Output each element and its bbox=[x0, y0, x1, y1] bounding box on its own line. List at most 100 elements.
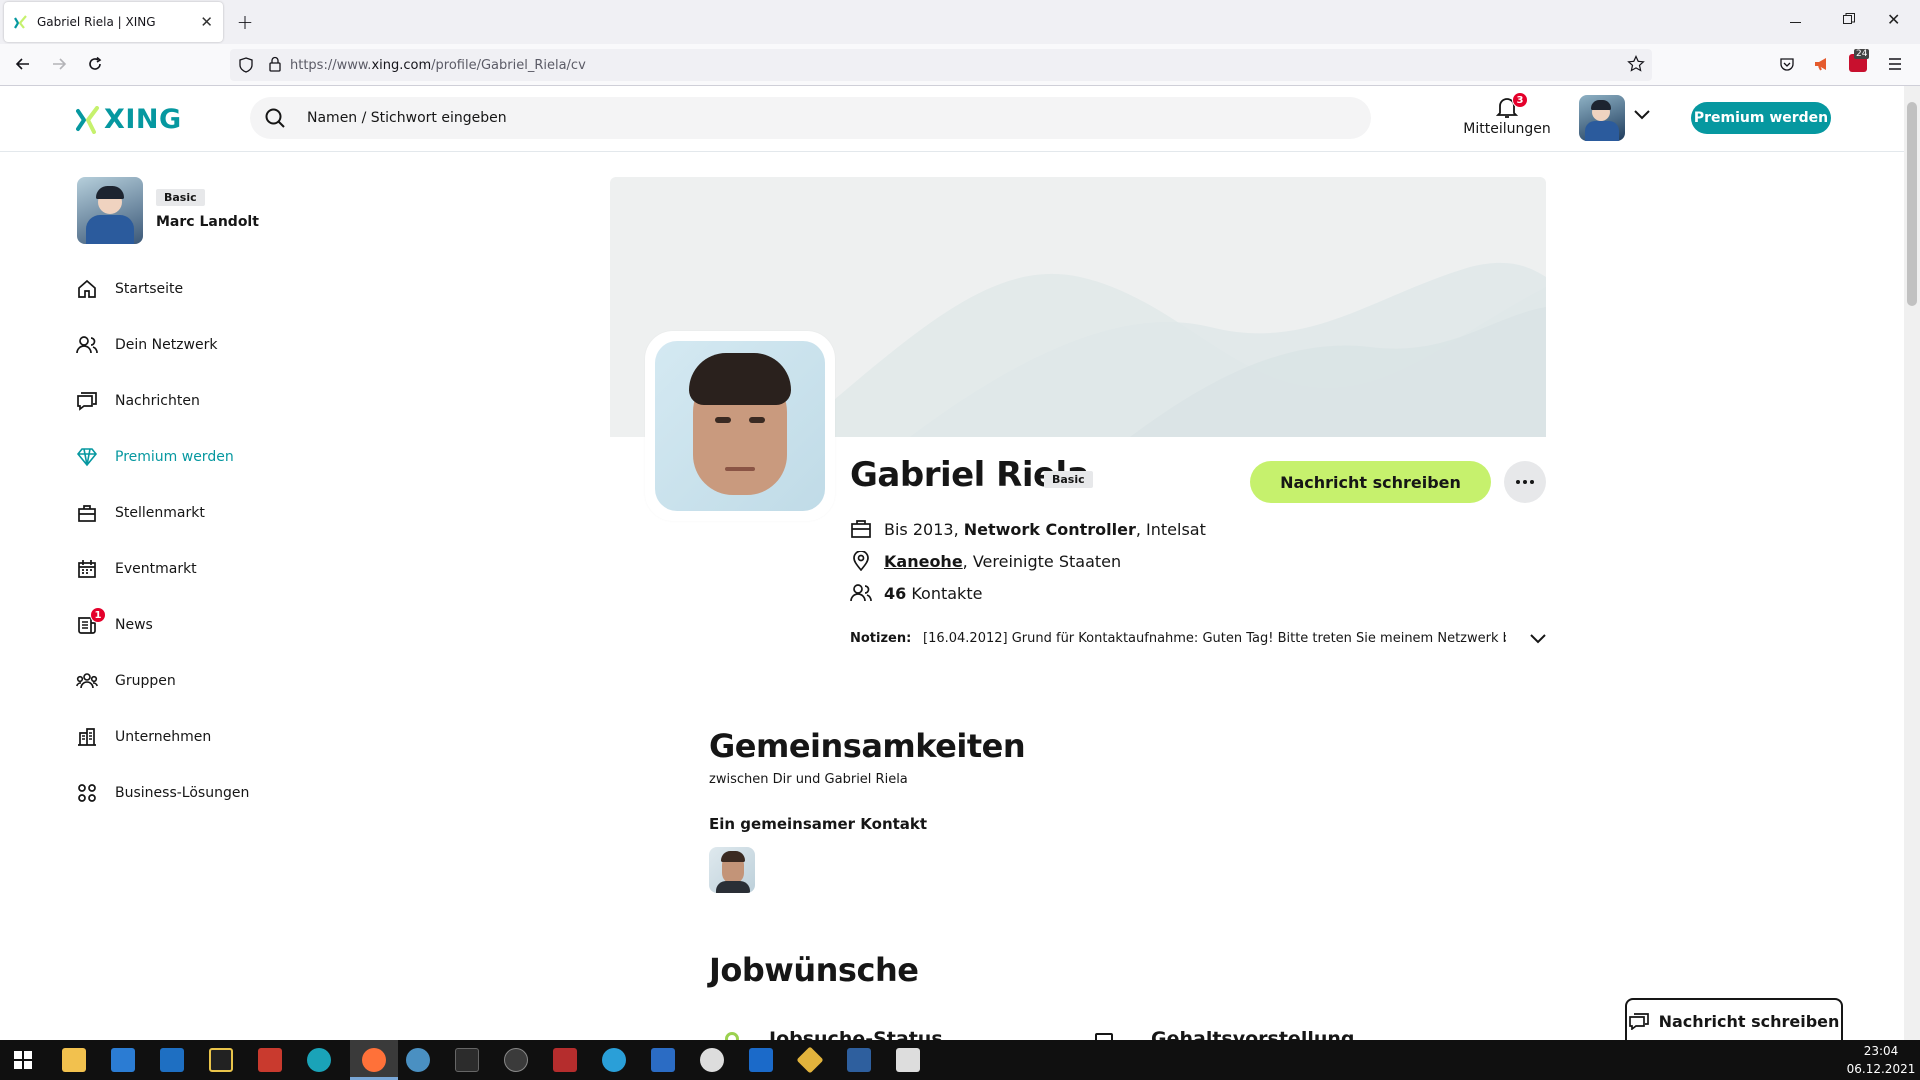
pocket-icon[interactable] bbox=[1779, 56, 1795, 72]
r-app-icon[interactable] bbox=[847, 1048, 871, 1072]
profile-membership-tag: Basic bbox=[1044, 471, 1093, 488]
profile-avatar[interactable] bbox=[645, 331, 835, 521]
bookmark-star-icon[interactable] bbox=[1627, 55, 1645, 73]
shield-icon[interactable] bbox=[238, 57, 254, 73]
minimize-button[interactable] bbox=[1790, 10, 1810, 34]
chevron-down-icon[interactable] bbox=[1634, 110, 1650, 120]
mail-icon[interactable] bbox=[160, 1048, 184, 1072]
sidebar-item-label: Nachrichten bbox=[115, 393, 200, 409]
pen-app-icon[interactable] bbox=[209, 1048, 233, 1072]
edge-icon[interactable] bbox=[307, 1048, 331, 1072]
common-contact-avatar[interactable] bbox=[709, 847, 755, 893]
briefcase-icon bbox=[850, 520, 872, 538]
firefox-icon[interactable] bbox=[362, 1048, 386, 1072]
live-app-icon[interactable] bbox=[455, 1048, 479, 1072]
notifications-label: Mitteilungen bbox=[1463, 121, 1551, 137]
profile-location-row: Kaneohe, Vereinigte Staaten bbox=[850, 549, 1121, 573]
notepad-app-icon[interactable] bbox=[896, 1048, 920, 1072]
profile-notes[interactable]: Notizen: [16.04.2012] Grund für Kontakta… bbox=[850, 631, 1546, 646]
restore-button[interactable] bbox=[1842, 12, 1856, 26]
send-message-button[interactable]: Nachricht schreiben bbox=[1250, 461, 1491, 503]
browser-tab[interactable]: Gabriel Riela | XING ✕ bbox=[4, 2, 223, 42]
taskbar-clock[interactable]: 23:04 06.12.2021 bbox=[1846, 1042, 1916, 1078]
user-name[interactable]: Marc Landolt bbox=[156, 214, 259, 230]
weather-icon[interactable] bbox=[406, 1048, 430, 1072]
scrollbar-thumb[interactable] bbox=[1907, 102, 1917, 306]
back-button[interactable] bbox=[8, 49, 38, 79]
sidebar-item-news[interactable]: 1 News bbox=[76, 605, 316, 645]
profile-contacts-row[interactable]: 46 Kontakte bbox=[850, 581, 982, 605]
sidebar-item-label: Dein Netzwerk bbox=[115, 337, 218, 353]
notifications-badge: 3 bbox=[1512, 92, 1528, 108]
sidebar-item-label: News bbox=[115, 617, 153, 633]
windows-taskbar bbox=[0, 1040, 1920, 1080]
contacts-label: Kontakte bbox=[906, 583, 983, 603]
windows-start-icon[interactable] bbox=[14, 1051, 32, 1069]
search-input[interactable]: Namen / Stichwort eingeben bbox=[250, 97, 1371, 139]
sidebar-item-premium[interactable]: Premium werden bbox=[76, 437, 316, 477]
sidebar-item-label: Eventmarkt bbox=[115, 561, 197, 577]
xing-favicon-icon bbox=[14, 15, 28, 29]
job-title: Network Controller bbox=[963, 519, 1136, 539]
notifications-button[interactable]: 3 Mitteilungen bbox=[1463, 92, 1551, 137]
megaphone-extension-icon[interactable] bbox=[1813, 56, 1831, 72]
sidebar-item-eventmarkt[interactable]: Eventmarkt bbox=[76, 549, 316, 589]
tab-title: Gabriel Riela | XING bbox=[37, 15, 156, 29]
xing-logo-text: XING bbox=[104, 104, 182, 135]
salary-icon bbox=[1095, 1033, 1113, 1040]
shield-app-icon[interactable] bbox=[700, 1048, 724, 1072]
job-status-icon bbox=[725, 1032, 739, 1040]
lock-icon[interactable] bbox=[268, 56, 282, 72]
sidebar-item-unternehmen[interactable]: Unternehmen bbox=[76, 717, 316, 757]
news-icon: 1 bbox=[76, 607, 106, 636]
sidebar-user-avatar[interactable] bbox=[77, 177, 143, 244]
sidebar-item-startseite[interactable]: Startseite bbox=[76, 269, 316, 309]
sidebar-item-business[interactable]: Business-Lösungen bbox=[76, 773, 316, 813]
sidebar-item-label: Unternehmen bbox=[115, 729, 212, 745]
sidebar-item-gruppen[interactable]: Gruppen bbox=[76, 661, 316, 701]
xing-logo[interactable]: XING bbox=[76, 104, 182, 135]
job-company: , Intelsat bbox=[1135, 519, 1206, 539]
forward-button[interactable] bbox=[44, 49, 74, 79]
jobs-section-title: Jobwünsche bbox=[709, 951, 919, 989]
close-window-button[interactable]: ✕ bbox=[1887, 10, 1900, 29]
sidebar-item-stellenmarkt[interactable]: Stellenmarkt bbox=[76, 493, 316, 533]
sidebar-item-label: Startseite bbox=[115, 281, 184, 297]
apps-icon bbox=[76, 782, 98, 804]
search-icon[interactable] bbox=[264, 107, 286, 129]
sidebar-item-nachrichten[interactable]: Nachrichten bbox=[76, 381, 316, 421]
sidebar-item-netzwerk[interactable]: Dein Netzwerk bbox=[76, 325, 316, 365]
close-tab-icon[interactable]: ✕ bbox=[200, 13, 213, 31]
floating-message-label: Nachricht schreiben bbox=[1658, 1011, 1840, 1031]
new-tab-button[interactable]: + bbox=[230, 7, 260, 37]
hamburger-menu-icon[interactable] bbox=[1887, 57, 1903, 71]
forward-arrow-icon bbox=[53, 58, 67, 70]
job-status-label: Jobsuche-Status bbox=[769, 1030, 943, 1040]
store-icon[interactable] bbox=[111, 1048, 135, 1072]
file-explorer-icon[interactable] bbox=[62, 1048, 86, 1072]
notes-label: Notizen: bbox=[850, 631, 912, 646]
header-avatar[interactable] bbox=[1579, 95, 1625, 141]
url-path: /profile/Gabriel_Riela/cv bbox=[431, 57, 586, 73]
sidebar-item-label: Gruppen bbox=[115, 673, 176, 689]
search-app-icon[interactable] bbox=[749, 1048, 773, 1072]
voicemeeter-icon[interactable] bbox=[553, 1048, 577, 1072]
extension-badge-icon[interactable]: 24 bbox=[1849, 49, 1870, 72]
chat-app-icon[interactable] bbox=[651, 1048, 675, 1072]
premium-button[interactable]: Premium werden bbox=[1691, 102, 1831, 134]
sidebar-item-label: Premium werden bbox=[115, 449, 234, 465]
home-icon bbox=[76, 278, 98, 300]
reload-button[interactable] bbox=[80, 49, 110, 79]
url-domain: xing.com bbox=[371, 57, 432, 73]
common-section-subtitle: zwischen Dir und Gabriel Riela bbox=[709, 772, 908, 787]
telegram-icon[interactable] bbox=[602, 1048, 626, 1072]
chevron-down-icon[interactable] bbox=[1530, 633, 1546, 644]
salary-label: Gehaltsvorstellung bbox=[1151, 1030, 1355, 1040]
floating-message-button[interactable]: Nachricht schreiben bbox=[1625, 998, 1843, 1042]
location-country: , Vereinigte Staaten bbox=[962, 551, 1122, 571]
app-red-icon[interactable] bbox=[258, 1048, 282, 1072]
more-options-button[interactable] bbox=[1504, 461, 1546, 503]
obs-icon[interactable] bbox=[504, 1048, 528, 1072]
location-city-link[interactable]: Kaneohe bbox=[884, 552, 963, 571]
url-bar[interactable]: https://www. xing.com/profile/Gabriel_Rie… bbox=[230, 49, 1652, 81]
